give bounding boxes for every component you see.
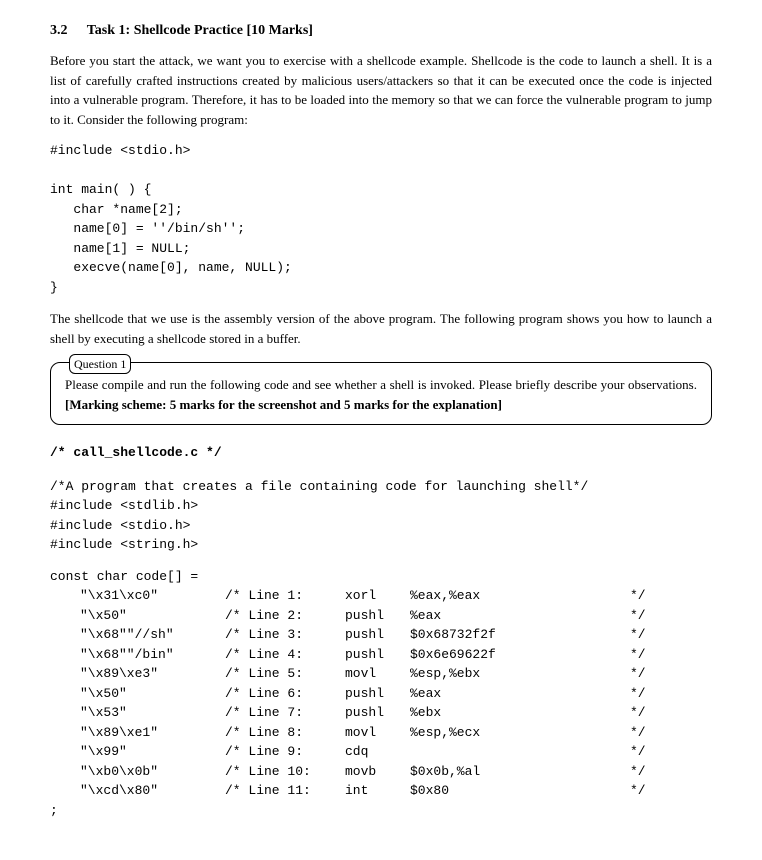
args-cell: %ebx <box>410 703 630 723</box>
end-cell: */ <box>630 703 646 723</box>
instr-cell: movl <box>345 664 410 684</box>
instr-cell: pushl <box>345 606 410 626</box>
line-cell: /* Line 5: <box>225 664 345 684</box>
shellcode-row: "\x53"/* Line 7:pushl%ebx*/ <box>50 703 646 723</box>
question-marking: [Marking scheme: 5 marks for the screens… <box>65 397 502 412</box>
args-cell: $0x68732f2f <box>410 625 630 645</box>
code-preamble: /*A program that creates a file containi… <box>50 477 712 555</box>
args-cell: %eax <box>410 684 630 704</box>
const-declaration: const char code[] = <box>50 567 712 587</box>
shellcode-table: "\x31\xc0"/* Line 1:xorl%eax,%eax*/"\x50… <box>50 586 646 801</box>
section-heading: 3.2 Task 1: Shellcode Practice [10 Marks… <box>50 20 712 41</box>
section-title: Task 1: Shellcode Practice [10 Marks] <box>87 23 313 38</box>
question-text: Please compile and run the following cod… <box>65 377 697 392</box>
shellcode-row: "\xb0\x0b"/* Line 10:movb$0x0b,%al*/ <box>50 762 646 782</box>
bytes-cell: "\x50" <box>50 684 225 704</box>
program-1-code: #include <stdio.h> int main( ) { char *n… <box>50 141 712 297</box>
args-cell: $0x6e69622f <box>410 645 630 665</box>
bytes-cell: "\xcd\x80" <box>50 781 225 801</box>
bytes-cell: "\x89\xe1" <box>50 723 225 743</box>
shellcode-row: "\x31\xc0"/* Line 1:xorl%eax,%eax*/ <box>50 586 646 606</box>
end-cell: */ <box>630 723 646 743</box>
args-cell: %eax <box>410 606 630 626</box>
shellcode-row: "\x89\xe3"/* Line 5:movl%esp,%ebx*/ <box>50 664 646 684</box>
instr-cell: movb <box>345 762 410 782</box>
line-cell: /* Line 7: <box>225 703 345 723</box>
section-number: 3.2 <box>50 20 68 41</box>
args-cell: $0x80 <box>410 781 630 801</box>
end-cell: */ <box>630 625 646 645</box>
shellcode-row: "\x89\xe1"/* Line 8:movl%esp,%ecx*/ <box>50 723 646 743</box>
args-cell <box>410 742 630 762</box>
instr-cell: cdq <box>345 742 410 762</box>
end-cell: */ <box>630 606 646 626</box>
instr-cell: pushl <box>345 684 410 704</box>
instr-cell: movl <box>345 723 410 743</box>
bytes-cell: "\x99" <box>50 742 225 762</box>
trailing-semicolon: ; <box>50 801 712 821</box>
line-cell: /* Line 8: <box>225 723 345 743</box>
line-cell: /* Line 2: <box>225 606 345 626</box>
end-cell: */ <box>630 645 646 665</box>
instr-cell: int <box>345 781 410 801</box>
instr-cell: pushl <box>345 703 410 723</box>
line-cell: /* Line 1: <box>225 586 345 606</box>
end-cell: */ <box>630 762 646 782</box>
bytes-cell: "\xb0\x0b" <box>50 762 225 782</box>
bytes-cell: "\x50" <box>50 606 225 626</box>
shellcode-row: "\xcd\x80"/* Line 11:int$0x80*/ <box>50 781 646 801</box>
line-cell: /* Line 3: <box>225 625 345 645</box>
end-cell: */ <box>630 684 646 704</box>
code-file-header: /* call_shellcode.c */ <box>50 443 712 463</box>
end-cell: */ <box>630 664 646 684</box>
bytes-cell: "\x31\xc0" <box>50 586 225 606</box>
bytes-cell: "\x89\xe3" <box>50 664 225 684</box>
bytes-cell: "\x68""//sh" <box>50 625 225 645</box>
line-cell: /* Line 10: <box>225 762 345 782</box>
instr-cell: pushl <box>345 625 410 645</box>
bytes-cell: "\x68""/bin" <box>50 645 225 665</box>
line-cell: /* Line 9: <box>225 742 345 762</box>
intro-paragraph: Before you start the attack, we want you… <box>50 51 712 129</box>
end-cell: */ <box>630 586 646 606</box>
args-cell: %esp,%ecx <box>410 723 630 743</box>
question-legend: Question 1 <box>69 354 131 374</box>
line-cell: /* Line 6: <box>225 684 345 704</box>
args-cell: %esp,%ebx <box>410 664 630 684</box>
shellcode-row: "\x68""/bin"/* Line 4:pushl$0x6e69622f*/ <box>50 645 646 665</box>
bytes-cell: "\x53" <box>50 703 225 723</box>
shellcode-row: "\x50"/* Line 2:pushl%eax*/ <box>50 606 646 626</box>
mid-paragraph: The shellcode that we use is the assembl… <box>50 309 712 348</box>
instr-cell: xorl <box>345 586 410 606</box>
args-cell: $0x0b,%al <box>410 762 630 782</box>
shellcode-row: "\x50"/* Line 6:pushl%eax*/ <box>50 684 646 704</box>
line-cell: /* Line 11: <box>225 781 345 801</box>
end-cell: */ <box>630 742 646 762</box>
shellcode-row: "\x99"/* Line 9:cdq */ <box>50 742 646 762</box>
question-box: Question 1 Please compile and run the fo… <box>50 362 712 425</box>
line-cell: /* Line 4: <box>225 645 345 665</box>
args-cell: %eax,%eax <box>410 586 630 606</box>
shellcode-row: "\x68""//sh"/* Line 3:pushl$0x68732f2f*/ <box>50 625 646 645</box>
instr-cell: pushl <box>345 645 410 665</box>
end-cell: */ <box>630 781 646 801</box>
